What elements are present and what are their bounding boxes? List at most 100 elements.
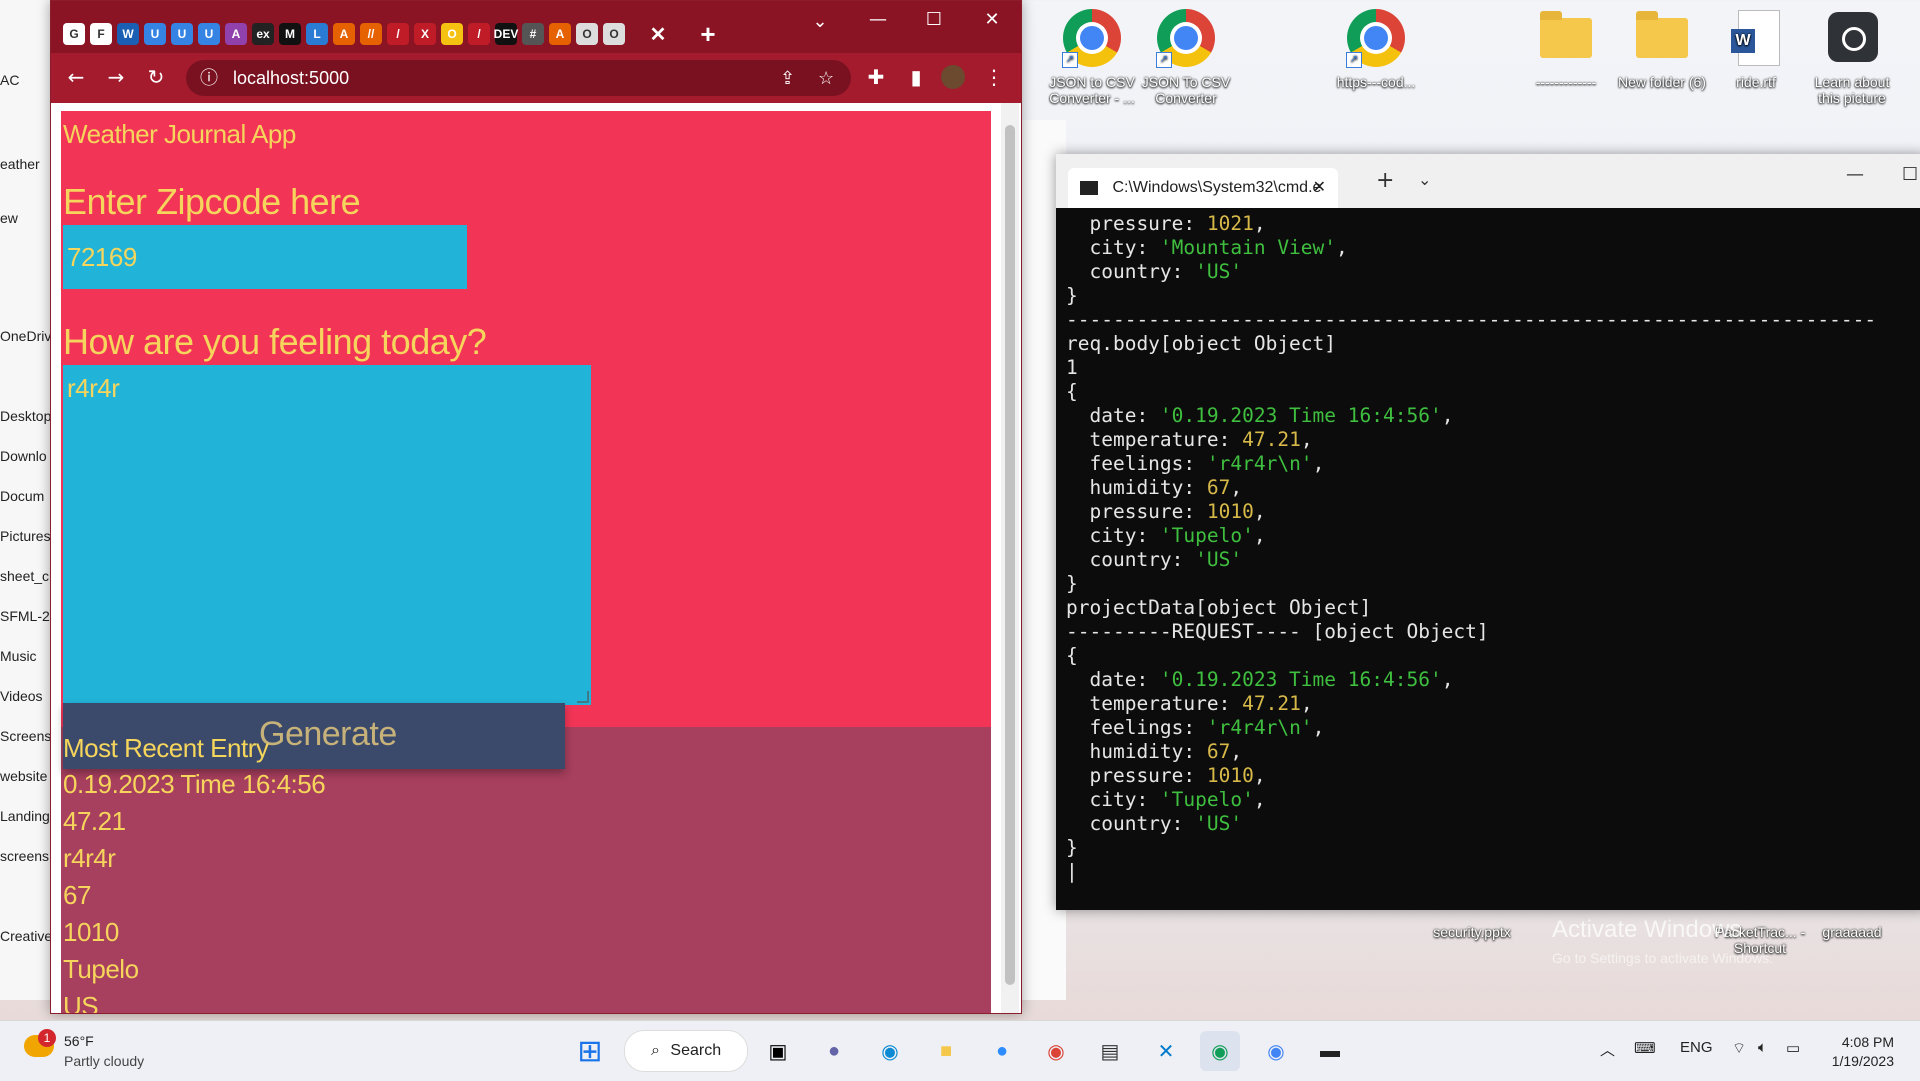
desktop-icon-ride-rtf[interactable]: W ride.rtf	[1708, 6, 1804, 90]
tab-favicon-icon[interactable]: U	[171, 23, 193, 45]
tab-favicon-icon[interactable]: #	[522, 23, 544, 45]
share-icon[interactable]: ⇪	[780, 60, 795, 96]
scrollbar-thumb[interactable]	[1005, 125, 1015, 985]
explorer-item[interactable]: website	[0, 768, 47, 784]
edge-icon[interactable]: ◉	[870, 1031, 910, 1071]
tab-favicon-icon[interactable]: //	[360, 23, 382, 45]
keyboard-icon[interactable]: ⌨	[1634, 1039, 1656, 1057]
extensions-icon[interactable]: ✚	[863, 65, 889, 89]
desktop-icon-security-pptx[interactable]: security.pptx	[1424, 924, 1520, 940]
explorer-item[interactable]: SFML-2	[0, 608, 50, 624]
teams-chat-icon[interactable]: ●	[814, 1031, 854, 1071]
explorer-item[interactable]: Desktop	[0, 408, 51, 424]
back-icon[interactable]: ←	[63, 65, 89, 89]
desktop-icon-https-cod[interactable]: ↗ https---cod...	[1328, 6, 1424, 90]
tab-favicon-icon[interactable]: U	[198, 23, 220, 45]
explorer-item[interactable]: sheet_c	[0, 568, 49, 584]
explorer-item[interactable]: OneDriv	[0, 328, 51, 344]
desktop-icon-json-csv-2[interactable]: ↗ JSON To CSV Converter	[1138, 6, 1234, 106]
maximize-icon[interactable]: ☐	[919, 9, 949, 30]
menu-kebab-icon[interactable]: ⋮	[981, 65, 1007, 89]
tab-favicon-icon[interactable]: O	[603, 23, 625, 45]
bookmark-star-icon[interactable]: ☆	[818, 60, 834, 96]
explorer-item[interactable]: ew	[0, 210, 18, 226]
desktop-icon-new-folder[interactable]: New folder (6)	[1614, 6, 1710, 90]
forward-icon[interactable]: →	[103, 65, 129, 89]
explorer-item[interactable]: AC	[0, 72, 19, 88]
tab-favicon-icon[interactable]: A	[549, 23, 571, 45]
explorer-item[interactable]: Pictures	[0, 528, 51, 544]
explorer-item[interactable]: Screens	[0, 728, 51, 744]
close-tab-icon[interactable]: ✕	[647, 23, 669, 46]
taskbar: 1 56°F Partly cloudy ⊞ ⌕ Search ▣ ● ◉ ■ …	[0, 1020, 1920, 1081]
minimize-icon[interactable]: —	[1846, 164, 1864, 185]
show-hidden-icons-chevron[interactable]: ︿	[1600, 1039, 1615, 1060]
tab-favicon-icon[interactable]: F	[90, 23, 112, 45]
explorer-item[interactable]: Creative	[0, 928, 52, 944]
zoom-icon[interactable]: ●	[982, 1031, 1022, 1071]
reload-icon[interactable]: ↻	[143, 65, 169, 89]
file-explorer-window[interactable]: AC eather ew OneDriv Desktop Downlo Docu…	[0, 0, 57, 1000]
tab-favicon-icon[interactable]: O	[576, 23, 598, 45]
terminal-taskbar-icon[interactable]: ▤	[1090, 1031, 1130, 1071]
clock[interactable]: 4:08 PM 1/19/2023	[1832, 1033, 1894, 1071]
minimize-icon[interactable]: —	[863, 9, 893, 30]
desktop-icon-graaaaad[interactable]: graaaaad	[1804, 924, 1900, 940]
close-tab-icon[interactable]: ✕	[1313, 168, 1326, 208]
new-tab-icon[interactable]: +	[1376, 168, 1394, 193]
terminal-tab[interactable]: C:\Windows\System32\cmd.e ✕	[1068, 168, 1338, 208]
terminal-tab-strip[interactable]: C:\Windows\System32\cmd.e ✕ + ⌄ — ☐	[1056, 154, 1920, 208]
explorer-item[interactable]: Downlo	[0, 448, 47, 464]
side-panel-icon[interactable]: ▮	[903, 65, 929, 89]
close-window-icon[interactable]: ✕	[977, 9, 1007, 30]
volume-icon[interactable]: 🔈︎	[1758, 1039, 1767, 1056]
desktop-icon-dashes[interactable]: -------------	[1518, 6, 1614, 90]
explorer-item[interactable]: Music	[0, 648, 37, 664]
tab-favicon-icon[interactable]: X	[414, 23, 436, 45]
address-bar[interactable]: ⓘ localhost:5000 ⇪ ☆	[186, 60, 851, 96]
page-scrollbar[interactable]	[1001, 103, 1019, 1013]
terminal-window[interactable]: C:\Windows\System32\cmd.e ✕ + ⌄ — ☐ pres…	[1056, 154, 1920, 910]
chrome-profile-icon[interactable]: ◉	[1200, 1031, 1240, 1071]
tab-favicon-icon[interactable]: O	[441, 23, 463, 45]
language-indicator[interactable]: ENG	[1680, 1039, 1713, 1056]
explorer-item[interactable]: eather	[0, 156, 40, 172]
tab-favicon-icon[interactable]: L	[306, 23, 328, 45]
tab-favicon-icon[interactable]: A	[333, 23, 355, 45]
desktop-icon-json-csv-1[interactable]: ↗ JSON to CSV Converter - ...	[1044, 6, 1140, 106]
file-explorer-icon[interactable]: ■	[926, 1031, 966, 1071]
new-tab-icon[interactable]: +	[697, 19, 719, 49]
dropdown-chevron-icon[interactable]: ⌄	[1418, 170, 1431, 189]
page-viewport[interactable]: Weather Journal App Enter Zipcode here 7…	[51, 103, 1019, 1013]
tab-favicon-icon[interactable]: W	[117, 23, 139, 45]
tab-favicon-icon[interactable]: M	[279, 23, 301, 45]
chrome-taskbar-icon[interactable]: ◉	[1036, 1031, 1076, 1071]
tab-favicon-icon[interactable]: /	[387, 23, 409, 45]
start-icon[interactable]: ⊞	[570, 1031, 610, 1071]
browser-window[interactable]: G F W U U U Aex M L A/// X O / DEV # A O O ✕ + ⌄ — ☐ ✕ ← …	[50, 0, 1022, 1014]
cmd-taskbar-icon[interactable]: ▬	[1310, 1031, 1350, 1071]
tab-favicon-icon[interactable]: /	[468, 23, 490, 45]
explorer-item[interactable]: screens	[0, 848, 49, 864]
tab-strip[interactable]: G F W U U U Aex M L A/// X O / DEV # A O O ✕ + ⌄ — ☐ ✕	[51, 1, 1021, 53]
terminal-output[interactable]: pressure: 1021, city: 'Mountain View', c…	[1066, 212, 1916, 910]
explorer-item[interactable]: Videos	[0, 688, 43, 704]
battery-icon[interactable]: ▭	[1786, 1039, 1800, 1057]
task-view-icon[interactable]: ▣	[758, 1031, 798, 1071]
tab-favicon-icon[interactable]: ex	[252, 23, 274, 45]
site-info-icon[interactable]: ⓘ	[200, 68, 218, 88]
tab-favicon-icon[interactable]: U	[144, 23, 166, 45]
desktop-icon-learn-picture[interactable]: Learn about this picture	[1804, 6, 1900, 106]
wifi-icon[interactable]: ⌔	[1732, 1039, 1746, 1058]
profile-avatar[interactable]	[941, 65, 965, 89]
explorer-item[interactable]: Docum	[0, 488, 44, 504]
taskbar-search[interactable]: ⌕ Search	[624, 1030, 748, 1072]
tab-favicon-icon[interactable]: DEV	[494, 23, 518, 45]
maximize-icon[interactable]: ☐	[1902, 164, 1918, 185]
explorer-item[interactable]: Landing	[0, 808, 50, 824]
tab-favicon-icon[interactable]: G	[63, 23, 85, 45]
tab-favicon-icon[interactable]: A	[225, 23, 247, 45]
chrome-profile-2-icon[interactable]: ◉	[1256, 1031, 1296, 1071]
tab-search-icon[interactable]: ⌄	[805, 11, 835, 32]
vscode-icon[interactable]: ✕	[1146, 1031, 1186, 1071]
